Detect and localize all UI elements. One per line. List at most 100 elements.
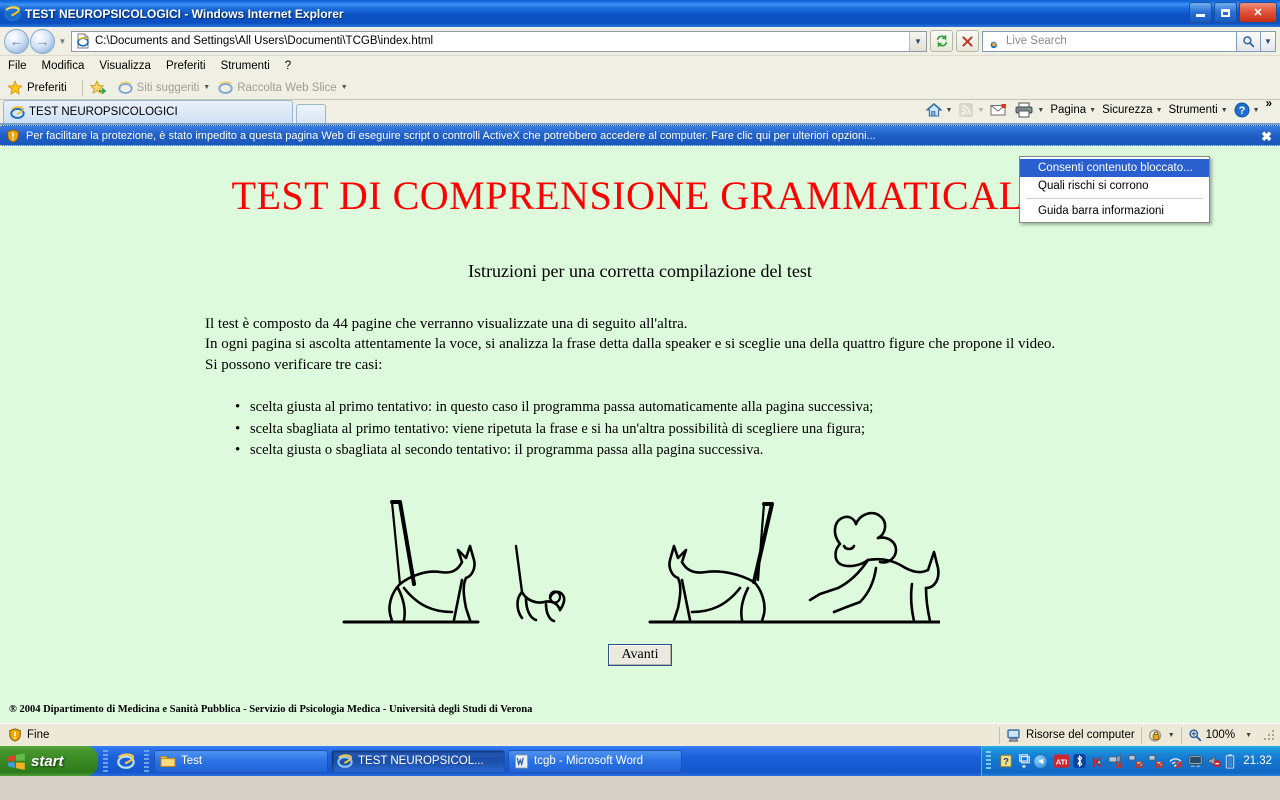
menu-item-allow-blocked-content[interactable]: Consenti contenuto bloccato... <box>1020 159 1209 177</box>
web-slice-button[interactable]: Raccolta Web Slice ▼ <box>218 80 348 95</box>
rss-icon <box>959 103 974 117</box>
tab-strip: TEST NEUROPSICOLOGICI ▼ ▼ ▼ Pagina ▼ Sic… <box>0 98 1280 125</box>
instructions-line-2: In ogni pagina si ascolta attentamente l… <box>205 336 1056 353</box>
address-input[interactable]: C:\Documents and Settings\All Users\Docu… <box>95 35 909 47</box>
menu-preferiti[interactable]: Preferiti <box>166 59 215 73</box>
menu-help[interactable]: ? <box>285 59 300 73</box>
protected-mode-segment[interactable]: ▼ <box>1142 726 1181 745</box>
stop-button[interactable] <box>956 30 979 52</box>
tray-network-disconnected-icon-3[interactable] <box>1148 754 1164 768</box>
taskbar-button-word[interactable]: tcgb - Microsoft Word <box>508 749 682 773</box>
search-box[interactable]: Live Search <box>982 30 1237 52</box>
information-bar-menu[interactable]: Consenti contenuto bloccato... Quali ris… <box>1019 156 1210 223</box>
tray-grip[interactable] <box>986 751 992 771</box>
zoom-chevron-icon[interactable]: ▼ <box>1245 732 1252 739</box>
page-content: TEST DI COMPRENSIONE GRAMMATICALE Istruz… <box>0 146 1280 723</box>
refresh-icon <box>936 34 947 48</box>
web-slice-label: Raccolta Web Slice <box>237 81 337 94</box>
menu-divider <box>1026 198 1203 199</box>
back-button[interactable]: ← <box>4 28 29 54</box>
search-options-button[interactable]: ▼ <box>1261 30 1276 52</box>
search-icon <box>1243 35 1255 47</box>
ie-quicklaunch-icon[interactable] <box>117 752 135 770</box>
menu-modifica[interactable]: Modifica <box>42 59 94 73</box>
resize-grip-icon[interactable] <box>1262 728 1276 742</box>
tray-display-icon[interactable] <box>1017 753 1031 769</box>
instructions-bullet-list: scelta giusta al primo tentativo: in que… <box>232 396 1280 462</box>
navigation-bar: ← → ▼ C:\Documents and Settings\All User… <box>0 27 1280 56</box>
internet-explorer-icon <box>4 6 21 22</box>
tray-volume-muted-icon[interactable] <box>1207 754 1221 768</box>
menu-item-information-bar-help[interactable]: Guida barra informazioni <box>1020 202 1209 220</box>
menu-bar: File Modifica Visualizza Preferiti Strum… <box>0 56 1280 76</box>
page-chevron-icon[interactable]: ▼ <box>1089 107 1096 114</box>
star-icon <box>7 79 23 95</box>
close-button[interactable]: ✕ <box>1239 2 1277 23</box>
taskbar-button-label: TEST NEUROPSICOL... <box>358 755 484 767</box>
menu-item-what-are-the-risks[interactable]: Quali rischi si corrono <box>1020 177 1209 195</box>
security-zone-segment[interactable]: Risorse del computer <box>1000 726 1141 745</box>
tray-network-disconnected-icon-2[interactable] <box>1128 754 1144 768</box>
tray-battery-icon[interactable] <box>1225 753 1235 769</box>
zoom-segment[interactable]: 100% ▼ <box>1182 726 1258 745</box>
help-chevron-icon[interactable]: ▼ <box>1253 107 1260 114</box>
favorites-bar: Preferiti Siti suggeriti ▼ Raccolta Web … <box>0 76 1280 100</box>
taskbar-clock[interactable]: 21.32 <box>1243 755 1272 767</box>
new-tab-button[interactable] <box>296 104 326 123</box>
close-icon[interactable]: ✖ <box>1261 129 1272 145</box>
overflow-button[interactable]: » <box>1263 98 1280 110</box>
taskbar-button-label: tcgb - Microsoft Word <box>534 755 644 767</box>
information-bar[interactable]: Per facilitare la protezione, è stato im… <box>0 125 1280 146</box>
taskbar-button-test-neuropsicologici[interactable]: TEST NEUROPSICOL... <box>331 749 505 773</box>
chevron-down-icon-2[interactable]: ▼ <box>341 84 348 91</box>
tools-chevron-icon[interactable]: ▼ <box>1221 107 1228 114</box>
quick-launch-bar <box>113 752 139 770</box>
svg-text:ATI: ATI <box>1056 757 1068 766</box>
taskbar-grip[interactable] <box>144 750 149 772</box>
print-chevron-icon[interactable]: ▼ <box>1037 107 1044 114</box>
zoom-icon <box>1188 729 1201 742</box>
minimize-button[interactable] <box>1189 2 1212 23</box>
forward-button[interactable]: → <box>30 28 55 54</box>
protected-mode-chevron-icon[interactable]: ▼ <box>1168 732 1175 739</box>
address-dropdown-icon[interactable]: ▼ <box>909 31 926 51</box>
suggested-sites-button[interactable]: Siti suggeriti ▼ <box>118 80 210 95</box>
address-bar[interactable]: C:\Documents and Settings\All Users\Docu… <box>71 30 927 52</box>
tray-help-icon[interactable]: ? <box>999 754 1013 768</box>
recent-pages-icon[interactable]: ▼ <box>56 37 69 46</box>
menu-file[interactable]: File <box>8 59 36 73</box>
home-button[interactable]: ▼ <box>922 102 956 118</box>
security-chevron-icon[interactable]: ▼ <box>1156 107 1163 114</box>
tray-monitor-icon[interactable] <box>1188 754 1203 768</box>
security-menu-button[interactable]: Sicurezza ▼ <box>1099 104 1165 116</box>
show-hidden-icons-button[interactable]: ◄ <box>1033 753 1049 769</box>
search-input[interactable]: Live Search <box>1006 35 1067 47</box>
tray-network-disconnected-icon[interactable] <box>1108 754 1124 768</box>
print-button[interactable]: ▼ <box>1011 102 1047 118</box>
taskbar-button-test[interactable]: Test <box>154 749 328 773</box>
tools-menu-button[interactable]: Strumenti ▼ <box>1166 104 1231 116</box>
page-menu-button[interactable]: Pagina ▼ <box>1047 104 1099 116</box>
tray-kaspersky-icon[interactable]: K <box>1090 754 1104 769</box>
chevron-down-icon[interactable]: ▼ <box>203 84 210 91</box>
tab-test-neuropsicologici[interactable]: TEST NEUROPSICOLOGICI <box>3 100 293 123</box>
favorites-button[interactable]: Preferiti <box>7 79 67 96</box>
quicklaunch-grip[interactable] <box>103 750 108 772</box>
add-favorite-button[interactable] <box>89 79 110 96</box>
avanti-button[interactable]: Avanti <box>608 644 672 666</box>
home-chevron-icon[interactable]: ▼ <box>946 107 953 114</box>
tray-bluetooth-icon[interactable] <box>1073 754 1086 768</box>
menu-strumenti[interactable]: Strumenti <box>221 59 279 73</box>
maximize-button[interactable] <box>1214 2 1237 23</box>
tray-wireless-off-icon[interactable] <box>1168 754 1184 768</box>
menu-visualizza[interactable]: Visualizza <box>99 59 160 73</box>
search-button[interactable] <box>1237 30 1261 52</box>
refresh-button[interactable] <box>930 30 953 52</box>
window-titlebar[interactable]: TEST NEUROPSICOLOGICI - Windows Internet… <box>0 0 1280 27</box>
copyright-notice: ® 2004 Dipartimento di Medicina e Sanità… <box>9 704 533 715</box>
tray-ati-icon[interactable]: ATI <box>1054 754 1070 768</box>
start-button[interactable]: start <box>0 746 98 776</box>
help-menu-button[interactable]: ? ▼ <box>1231 102 1263 118</box>
feeds-button[interactable]: ▼ <box>955 102 987 118</box>
mail-button[interactable] <box>987 103 1011 117</box>
